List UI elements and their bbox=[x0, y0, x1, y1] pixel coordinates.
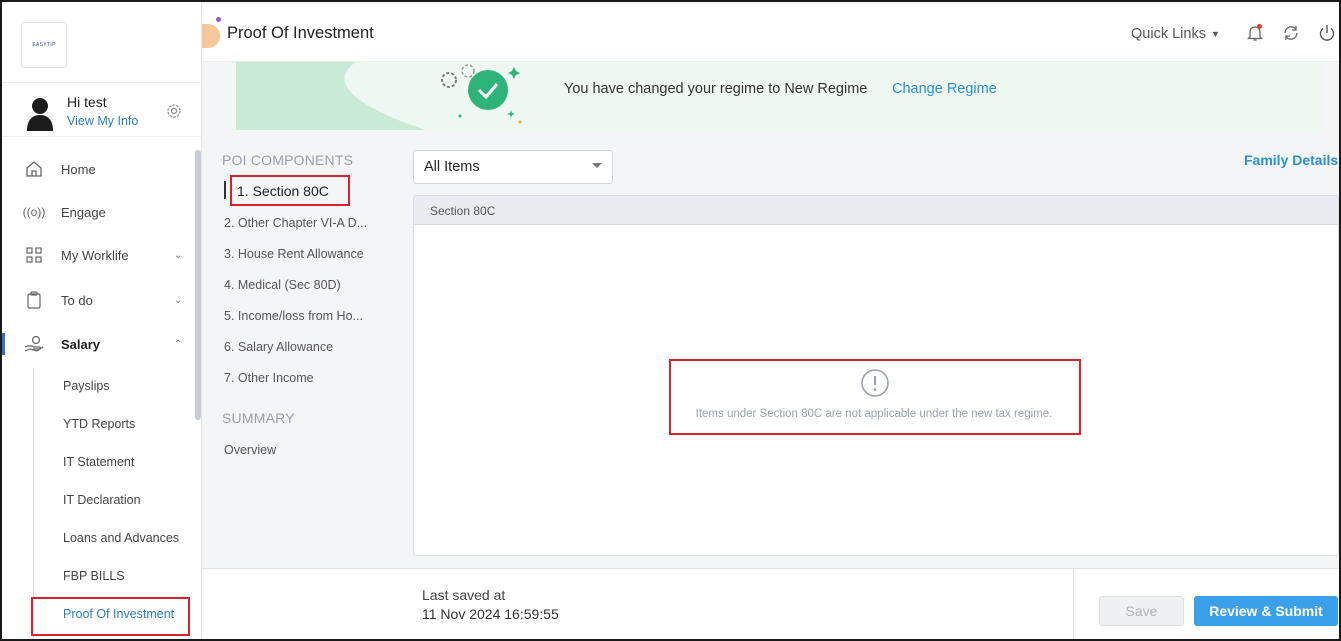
review-submit-button[interactable]: Review & Submit bbox=[1194, 596, 1338, 626]
sidebar-item-home[interactable]: Home bbox=[2, 149, 192, 189]
sidebar-item-to-do[interactable]: To do ⌄ bbox=[2, 280, 192, 320]
sidebar-item-salary[interactable]: Salary ⌃ bbox=[2, 324, 192, 364]
logo-text: EASYTIP bbox=[32, 42, 56, 48]
quick-links-label: Quick Links bbox=[1131, 26, 1206, 42]
highlight-box bbox=[230, 175, 350, 206]
regime-banner: You have changed your regime to New Regi… bbox=[236, 62, 1323, 130]
submenu-item-payslips[interactable]: Payslips bbox=[63, 379, 110, 393]
page-title: Proof Of Investment bbox=[227, 24, 374, 42]
footer-divider bbox=[1073, 569, 1074, 639]
sidebar: EASYTIP Hi test View My Info Home ((o)) … bbox=[2, 2, 202, 639]
quick-links-dropdown[interactable]: Quick Links ▼ bbox=[1131, 26, 1220, 42]
sidebar-scrollbar[interactable] bbox=[195, 150, 201, 420]
submenu-item-loans[interactable]: Loans and Advances bbox=[63, 531, 179, 545]
sidebar-item-engage[interactable]: ((o)) Engage bbox=[2, 192, 192, 232]
grid-icon bbox=[24, 245, 44, 265]
regime-message: You have changed your regime to New Regi… bbox=[564, 81, 868, 97]
sidebar-item-label: Salary bbox=[61, 336, 101, 352]
gear-icon[interactable] bbox=[166, 103, 182, 119]
header-decoration-dot bbox=[216, 17, 221, 22]
sidebar-item-label: My Worklife bbox=[61, 247, 129, 263]
submenu-item-ytd-reports[interactable]: YTD Reports bbox=[63, 417, 135, 431]
chevron-up-icon: ⌃ bbox=[174, 339, 183, 350]
caret-down-icon bbox=[592, 163, 602, 168]
panel-title: Section 80C bbox=[430, 204, 496, 218]
poi-item-other-chapter[interactable]: 2. Other Chapter VI-A D... bbox=[224, 216, 367, 230]
bell-icon[interactable] bbox=[1245, 23, 1265, 43]
family-details-link[interactable]: Family Details bbox=[1244, 152, 1338, 168]
check-badge-icon bbox=[441, 64, 522, 124]
app-window: EASYTIP Hi test View My Info Home ((o)) … bbox=[0, 0, 1341, 641]
power-icon[interactable] bbox=[1317, 23, 1337, 43]
select-value: All Items bbox=[424, 159, 480, 175]
sidebar-item-label: Engage bbox=[61, 204, 106, 220]
panel-header: Section 80C bbox=[414, 196, 1338, 225]
broadcast-icon: ((o)) bbox=[22, 205, 46, 219]
submenu-item-fbp-bills[interactable]: FBP BILLS bbox=[63, 569, 125, 583]
hand-coin-icon bbox=[24, 334, 44, 354]
top-header: Proof Of Investment Quick Links ▼ bbox=[202, 4, 1339, 62]
sidebar-item-label: To do bbox=[61, 292, 93, 308]
poi-item-other-income[interactable]: 7. Other Income bbox=[224, 371, 314, 385]
last-saved-value: 11 Nov 2024 16:59:55 bbox=[422, 606, 559, 622]
change-regime-link[interactable]: Change Regime bbox=[892, 81, 997, 97]
clipboard-icon bbox=[24, 290, 44, 310]
last-saved-label: Last saved at bbox=[422, 587, 506, 603]
poi-components-heading: POI COMPONENTS bbox=[222, 152, 354, 168]
caret-down-icon: ▼ bbox=[1210, 29, 1220, 40]
highlight-box bbox=[669, 359, 1081, 435]
summary-heading: SUMMARY bbox=[222, 410, 295, 426]
submenu-item-it-declaration[interactable]: IT Declaration bbox=[63, 493, 141, 507]
sidebar-item-label: Home bbox=[61, 161, 96, 177]
company-logo[interactable]: EASYTIP bbox=[21, 22, 67, 68]
active-item-marker bbox=[224, 181, 226, 199]
sidebar-item-my-worklife[interactable]: My Worklife ⌄ bbox=[2, 235, 192, 275]
avatar-icon bbox=[27, 98, 53, 131]
poi-item-house-rent[interactable]: 3. House Rent Allowance bbox=[224, 247, 364, 261]
summary-item-overview[interactable]: Overview bbox=[224, 443, 276, 457]
poi-item-medical[interactable]: 4. Medical (Sec 80D) bbox=[224, 278, 341, 292]
active-indicator bbox=[2, 333, 5, 355]
chevron-down-icon: ⌄ bbox=[174, 249, 183, 261]
save-button[interactable]: Save bbox=[1099, 596, 1184, 626]
poi-item-income-loss[interactable]: 5. Income/loss from Ho... bbox=[224, 309, 363, 323]
poi-item-salary-allowance[interactable]: 6. Salary Allowance bbox=[224, 340, 333, 354]
view-my-info-link[interactable]: View My Info bbox=[67, 114, 138, 128]
sync-icon[interactable] bbox=[1281, 23, 1301, 43]
user-card: Hi test View My Info bbox=[2, 82, 202, 137]
chevron-down-icon: ⌄ bbox=[174, 294, 183, 306]
items-filter-select[interactable]: All Items bbox=[413, 150, 613, 184]
highlight-box bbox=[31, 597, 190, 636]
user-greeting: Hi test bbox=[67, 94, 107, 110]
header-decoration bbox=[202, 24, 220, 48]
submenu-item-it-statement[interactable]: IT Statement bbox=[63, 455, 134, 469]
footer-bar: Last saved at 11 Nov 2024 16:59:55 Save … bbox=[202, 568, 1339, 639]
home-icon bbox=[24, 159, 44, 179]
